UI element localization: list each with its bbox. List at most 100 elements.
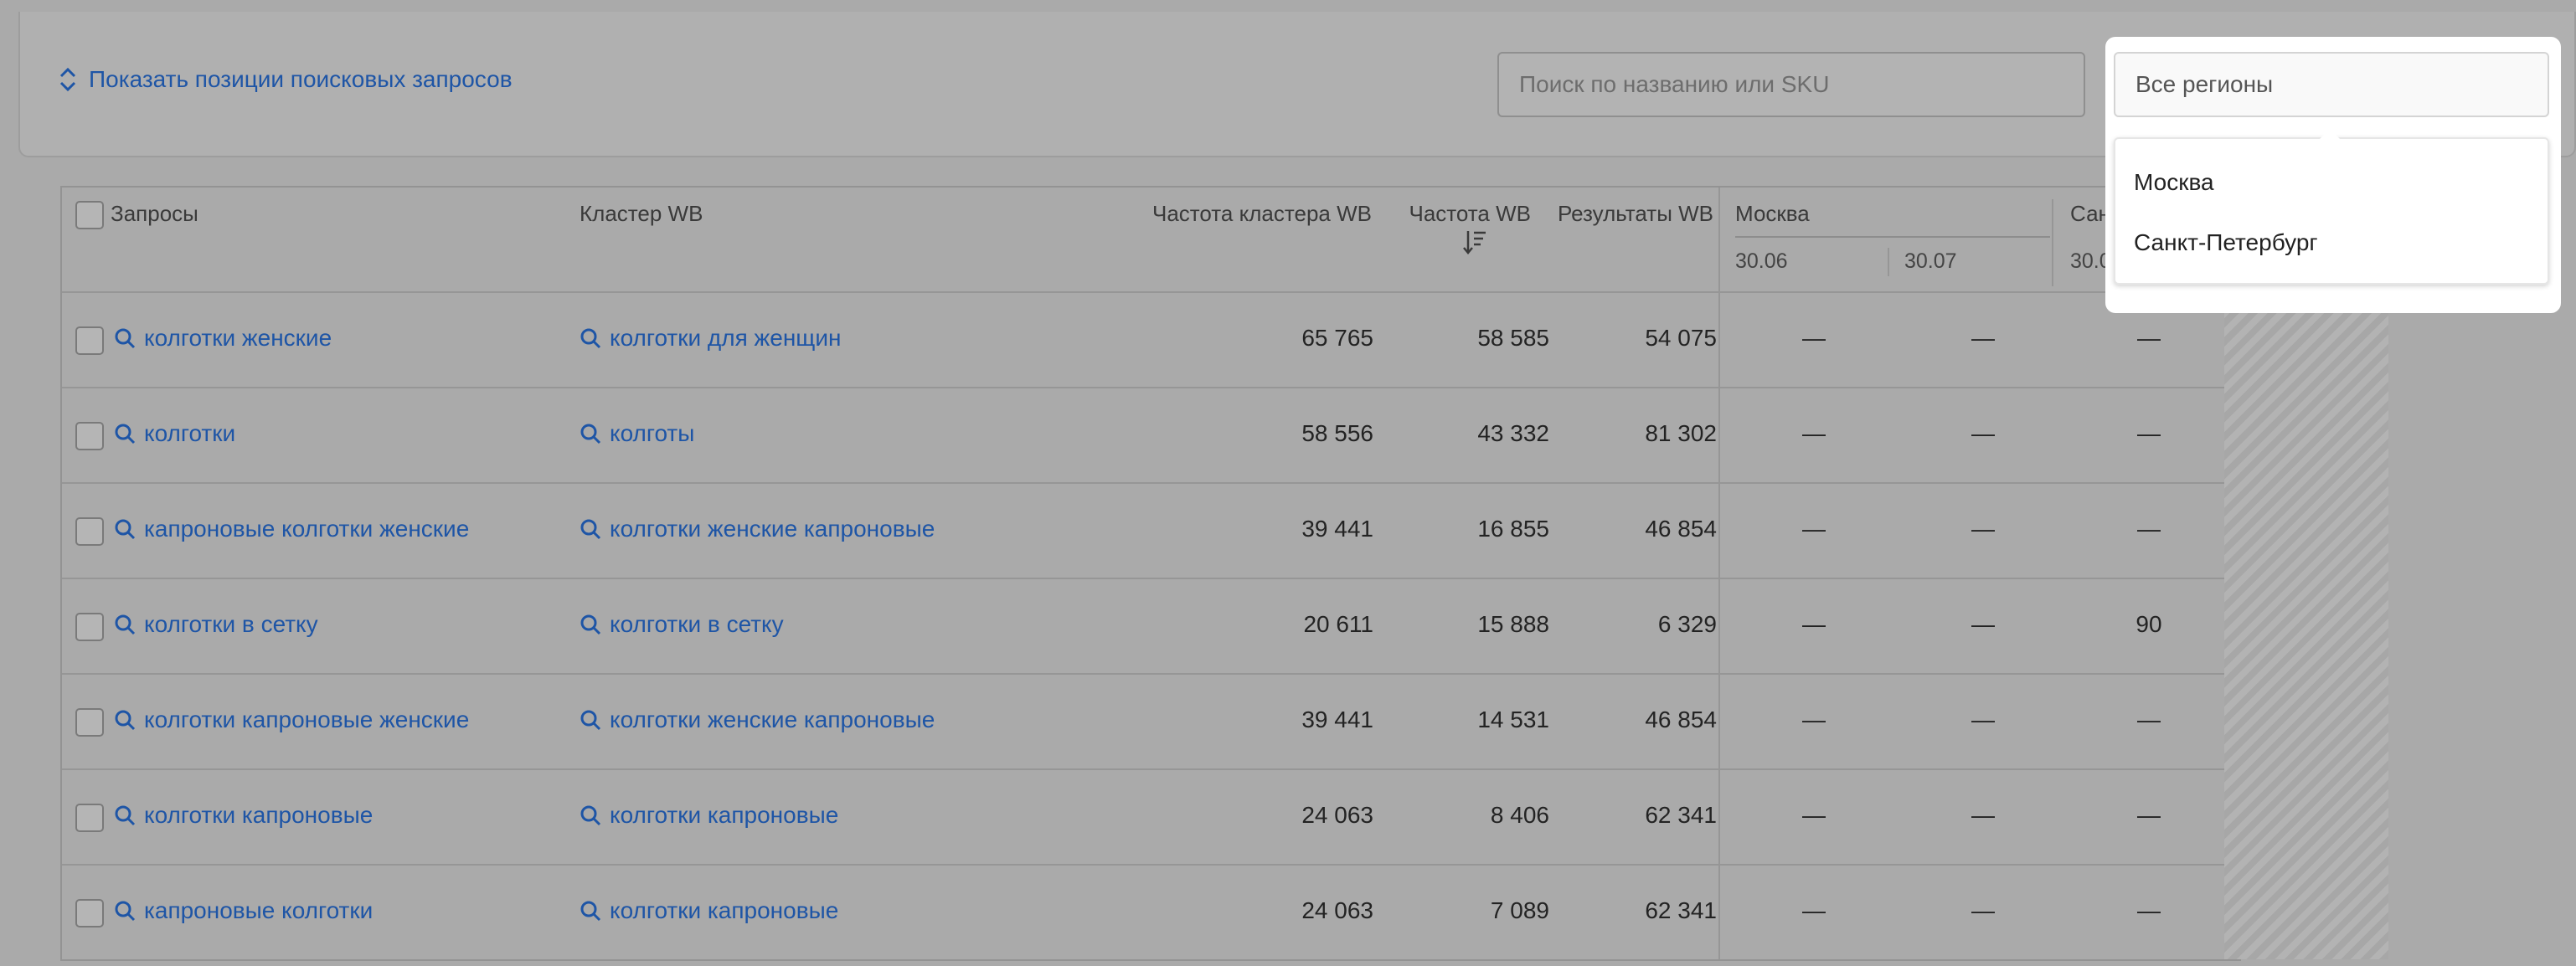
query-link[interactable]: колготки в сетку [114,611,318,638]
freq-value: 15 888 [1477,611,1549,637]
moscow-date2-value: — [1971,897,1995,923]
select-all-checkbox[interactable] [75,201,104,229]
search-icon [115,710,136,731]
region-option-moscow[interactable]: Москва [2134,169,2214,196]
header-cluster-freq[interactable]: Частота кластера WB [1084,201,1372,227]
queries-table: Запросы Кластер WB Частота кластера WB Ч… [60,186,2241,961]
moscow-date1-value: — [1802,802,1826,828]
cluster-link[interactable]: колготки в сетку [580,611,784,638]
region-option-list: Москва Санкт-Петербург [2114,137,2549,285]
results-value: 81 302 [1645,420,1717,446]
query-link[interactable]: колготки капроновые [114,802,373,829]
query-link[interactable]: колготки [114,420,235,447]
cluster-freq-value: 65 765 [1301,325,1373,351]
results-value: 46 854 [1645,516,1717,542]
cluster-link[interactable]: колготы [580,420,694,447]
cluster-link[interactable]: колготки женские капроновые [580,516,935,542]
spb-date1-value: — [2137,897,2161,923]
freq-value: 14 531 [1477,707,1549,732]
table-row: колготки капроновые колготки капроновые 24… [62,768,2239,866]
row-checkbox[interactable] [75,804,104,832]
dropdown-caret [2318,129,2342,141]
freq-value: 16 855 [1477,516,1549,542]
header-region-moscow: Москва [1735,201,1810,226]
results-value: 62 341 [1645,897,1717,923]
search-icon [580,614,601,635]
hatched-column [2224,293,2388,959]
query-text: колготки в сетку [144,611,318,637]
search-icon [580,424,601,444]
table-row: колготки женские колготки для женщин 65 76… [62,291,2239,388]
search-icon [115,519,136,540]
table-row: колготки капроновые женские колготки женс… [62,673,2239,770]
spb-date1-value: — [2137,325,2161,351]
cluster-text: колготки для женщин [610,325,842,351]
search-icon [115,424,136,444]
row-checkbox[interactable] [75,422,104,450]
date-divider [1888,248,1889,276]
query-text: колготки капроновые женские [144,707,470,732]
header-queries[interactable]: Запросы [111,201,198,227]
query-link[interactable]: капроновые колготки женские [114,516,469,542]
cluster-freq-value: 20 611 [1303,611,1373,637]
table-row: колготки в сетку колготки в сетку 20 611 15… [62,578,2239,675]
row-checkbox[interactable] [75,708,104,737]
moscow-date2-value: — [1971,325,1995,351]
sort-desc-icon[interactable] [1462,228,1487,256]
cluster-freq-value: 39 441 [1301,516,1373,542]
region-underline [1735,236,2050,238]
row-checkbox[interactable] [75,326,104,355]
toggle-label: Показать позиции поисковых запросов [89,66,513,92]
query-link[interactable]: колготки женские [114,325,332,352]
region-divider-2 [2052,199,2053,286]
chevron-updown-icon [59,67,76,92]
header-results[interactable]: Результаты WB [1516,201,1713,227]
search-icon [115,328,136,349]
query-text: колготки [144,420,236,446]
row-checkbox[interactable] [75,899,104,927]
cluster-link[interactable]: колготки для женщин [580,325,841,352]
row-checkbox[interactable] [75,613,104,641]
cluster-text: колготки женские капроновые [610,707,935,732]
table-row: капроновые колготки женские колготки женс… [62,482,2239,579]
moscow-date1-value: — [1802,897,1826,923]
toggle-search-positions[interactable]: Показать позиции поисковых запросов [59,65,513,94]
spb-date1-value: — [2137,516,2161,542]
cluster-freq-value: 24 063 [1301,802,1373,828]
header-cluster[interactable]: Кластер WB [580,201,703,227]
cluster-link[interactable]: колготки капроновые [580,802,838,829]
cluster-text: колготы [610,420,695,446]
spb-date1-value: 90 [2136,611,2162,637]
moscow-date1-value: — [1802,516,1826,542]
freq-value: 43 332 [1477,420,1549,446]
region-select[interactable]: Все регионы [2114,52,2549,117]
moscow-date1-value: — [1802,420,1826,446]
results-value: 54 075 [1645,325,1717,351]
moscow-date2-value: — [1971,420,1995,446]
moscow-date1-value: — [1802,707,1826,732]
date-col-1[interactable]: 30.06 [1735,249,1788,274]
search-input[interactable]: Поиск по названию или SKU [1497,52,2085,117]
cluster-link[interactable]: колготки женские капроновые [580,707,935,733]
query-link[interactable]: колготки капроновые женские [114,707,469,733]
date-col-2[interactable]: 30.07 [1904,249,1957,274]
row-checkbox[interactable] [75,517,104,546]
search-icon [115,901,136,922]
region-option-spb[interactable]: Санкт-Петербург [2134,229,2318,256]
search-icon [580,805,601,826]
header-freq[interactable]: Частота WB [1338,201,1531,227]
cluster-text: колготки капроновые [610,897,839,923]
query-text: капроновые колготки [144,897,374,923]
table-row: капроновые колготки колготки капроновые 24… [62,864,2239,961]
search-icon [115,614,136,635]
query-text: колготки капроновые [144,802,374,828]
cluster-link[interactable]: колготки капроновые [580,897,838,924]
query-text: капроновые колготки женские [144,516,470,542]
results-value: 62 341 [1645,802,1717,828]
cluster-freq-value: 39 441 [1301,707,1373,732]
query-link[interactable]: капроновые колготки [114,897,373,924]
results-value: 46 854 [1645,707,1717,732]
search-icon [580,901,601,922]
moscow-date2-value: — [1971,611,1995,637]
query-text: колготки женские [144,325,332,351]
